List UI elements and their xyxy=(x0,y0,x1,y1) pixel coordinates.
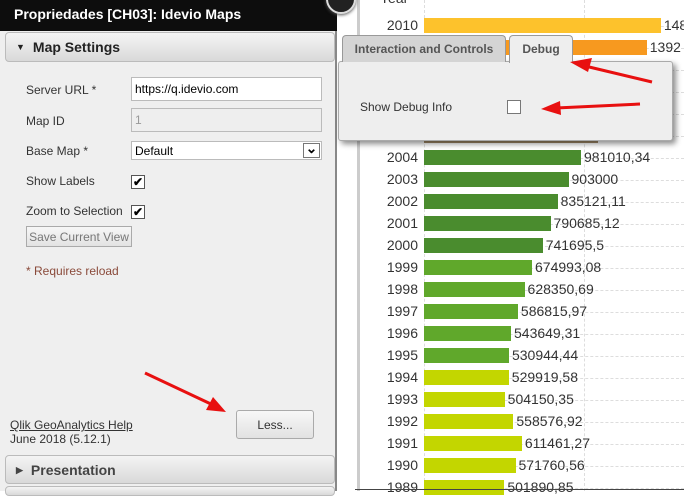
section-next[interactable] xyxy=(5,486,335,496)
bar-value-label: 903000 xyxy=(571,171,619,187)
year-tick-label: 2000 xyxy=(386,237,418,253)
bar-value-label: 558576,92 xyxy=(516,413,583,429)
chevron-down-icon[interactable]: ⌄ xyxy=(303,141,320,158)
bar-value-label: 790685,12 xyxy=(553,215,620,231)
bar[interactable] xyxy=(424,326,511,341)
year-tick-label: 2001 xyxy=(386,215,418,231)
save-current-view-button[interactable]: Save Current View xyxy=(26,226,132,247)
year-tick-label: 1993 xyxy=(386,391,418,407)
bar[interactable] xyxy=(424,260,533,275)
bar[interactable] xyxy=(424,172,569,187)
bar-value-label: 741695,5 xyxy=(545,237,605,253)
base-map-select[interactable]: Default ⌄ xyxy=(131,141,322,160)
bar[interactable] xyxy=(424,194,558,209)
tab-interaction-controls[interactable]: Interaction and Controls xyxy=(342,35,506,62)
bar-value-label: 1392 xyxy=(649,39,681,55)
bar-value-label: 981010,34 xyxy=(584,149,651,165)
version-text: June 2018 (5.12.1) xyxy=(10,432,111,446)
caret-down-icon: ▼ xyxy=(16,42,25,52)
base-map-value: Default xyxy=(135,144,174,158)
tab-debug[interactable]: Debug xyxy=(509,35,573,63)
properties-dialog: Propriedades [CH03]: Idevio Maps ▼ Map Se… xyxy=(0,0,337,496)
bar-value-label: 628350,69 xyxy=(527,281,594,297)
year-tick-label: 2002 xyxy=(386,193,418,209)
server-url-input[interactable]: https://q.idevio.com xyxy=(131,77,322,101)
year-tick-label: 1991 xyxy=(386,435,418,451)
bar[interactable] xyxy=(424,18,661,33)
bar[interactable] xyxy=(424,304,518,319)
server-url-label: Server URL * xyxy=(26,83,97,97)
year-tick-label: 1989 xyxy=(386,479,418,495)
bar-value-label: 148 xyxy=(663,17,684,33)
year-tick-label: 1999 xyxy=(386,259,418,275)
zoom-selection-checkbox[interactable]: ✔ xyxy=(131,205,145,219)
bar-value-label: 543649,31 xyxy=(514,325,581,341)
bar-value-label: 571760,56 xyxy=(518,457,585,473)
axis-label: Year xyxy=(380,0,430,6)
bar[interactable] xyxy=(424,216,551,231)
show-labels-label: Show Labels xyxy=(26,174,95,188)
bar-value-label: 674993,08 xyxy=(535,259,602,275)
chart-baseline xyxy=(355,489,684,490)
section-title: Presentation xyxy=(30,462,116,478)
year-tick-label: 1998 xyxy=(386,281,418,297)
map-id-label: Map ID xyxy=(26,114,65,128)
year-tick-label: 2004 xyxy=(386,149,418,165)
year-tick-label: 1997 xyxy=(386,303,418,319)
less-button[interactable]: Less... xyxy=(236,410,314,439)
year-tick-label: 1992 xyxy=(386,413,418,429)
base-map-label: Base Map * xyxy=(26,144,89,158)
year-tick-label: 1995 xyxy=(386,347,418,363)
year-tick-label: 1996 xyxy=(386,325,418,341)
bar-value-label: 611461,27 xyxy=(524,435,590,451)
bar[interactable] xyxy=(424,348,509,363)
bar[interactable] xyxy=(424,150,581,165)
year-tick-label: 1994 xyxy=(386,369,418,385)
bar[interactable] xyxy=(424,480,505,495)
year-tick-label: 2003 xyxy=(386,171,418,187)
debug-panel: Show Debug Info xyxy=(338,61,673,141)
map-id-input[interactable]: 1 xyxy=(131,108,322,132)
show-labels-checkbox[interactable]: ✔ xyxy=(131,175,145,189)
year-tick-label: 2010 xyxy=(386,17,418,33)
section-title: Map Settings xyxy=(32,39,121,55)
bar-value-label: 504150,35 xyxy=(507,391,574,407)
show-debug-checkbox[interactable] xyxy=(507,100,521,114)
dialog-title: Propriedades [CH03]: Idevio Maps xyxy=(0,0,337,31)
bar-value-label: 530944,44 xyxy=(511,347,579,363)
bar[interactable] xyxy=(424,414,514,429)
caret-right-icon: ▶ xyxy=(16,465,23,475)
section-presentation[interactable]: ▶ Presentation xyxy=(5,455,335,484)
bar[interactable] xyxy=(424,238,543,253)
bar-value-label: 501890,85 xyxy=(507,479,574,495)
requires-reload-note: * Requires reload xyxy=(26,264,119,278)
show-debug-label: Show Debug Info xyxy=(360,100,453,114)
year-tick-label: 1990 xyxy=(386,457,418,473)
bar[interactable] xyxy=(424,282,525,297)
bar[interactable] xyxy=(424,392,505,407)
bar-value-label: 529919,58 xyxy=(511,369,578,385)
section-map-settings[interactable]: ▼ Map Settings xyxy=(5,32,335,62)
bar[interactable] xyxy=(424,370,509,385)
help-link[interactable]: Qlik GeoAnalytics Help xyxy=(10,418,133,432)
bar-value-label: 586815,97 xyxy=(520,303,588,319)
bar-value-label: 835121,11 xyxy=(560,193,626,209)
zoom-selection-label: Zoom to Selection xyxy=(26,204,123,218)
bar[interactable] xyxy=(424,458,516,473)
bar[interactable] xyxy=(424,436,522,451)
